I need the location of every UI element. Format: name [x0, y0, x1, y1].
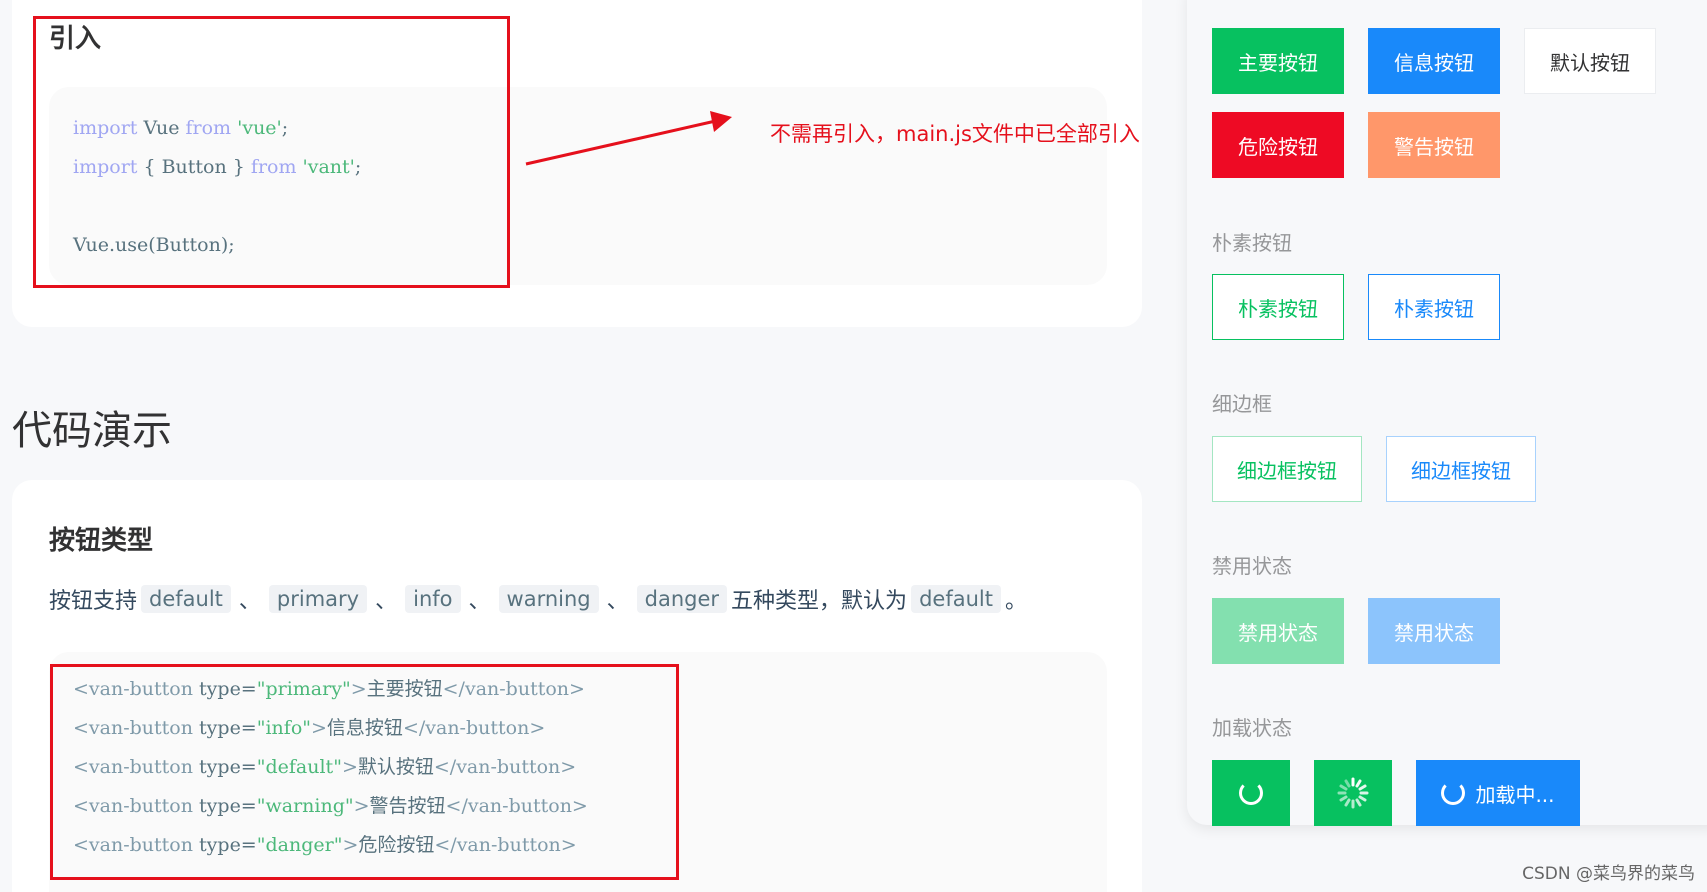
- inline-code: warning: [498, 585, 599, 613]
- hairline-info-button[interactable]: 细边框按钮: [1386, 436, 1536, 502]
- desc-text: 五种类型，默认为: [731, 589, 908, 614]
- hairline-section-label: 细边框: [1212, 392, 1272, 416]
- highlight-box-intro: [33, 16, 510, 288]
- button-type-heading: 按钮类型: [49, 526, 154, 556]
- section-title: 代码演示: [12, 408, 172, 454]
- highlight-box-code: [50, 664, 679, 880]
- danger-button[interactable]: 危险按钮: [1212, 112, 1344, 178]
- warning-button[interactable]: 警告按钮: [1368, 112, 1500, 178]
- primary-button[interactable]: 主要按钮: [1212, 28, 1344, 94]
- loading-circle-icon: [1239, 781, 1263, 805]
- arrow-icon: [525, 111, 732, 166]
- inline-code: info: [405, 585, 461, 613]
- plain-info-button[interactable]: 朴素按钮: [1368, 274, 1500, 340]
- loading-button-circular[interactable]: [1212, 760, 1290, 826]
- loading-button-spinner[interactable]: [1314, 760, 1392, 826]
- annotation-text: 不需再引入，main.js文件中已全部引入: [770, 122, 1140, 146]
- inline-code: danger: [636, 585, 728, 613]
- inline-code: default: [141, 585, 231, 613]
- default-button[interactable]: 默认按钮: [1524, 28, 1656, 94]
- inline-code: default: [911, 585, 1001, 613]
- disabled-info-button: 禁用状态: [1368, 598, 1500, 664]
- disabled-primary-button: 禁用状态: [1212, 598, 1344, 664]
- loading-circle-icon: [1441, 781, 1466, 805]
- loading-spinner-icon: [1337, 777, 1369, 809]
- plain-section-label: 朴素按钮: [1212, 231, 1292, 255]
- plain-primary-button[interactable]: 朴素按钮: [1212, 274, 1344, 340]
- info-button[interactable]: 信息按钮: [1368, 28, 1500, 94]
- loading-text: 加载中...: [1475, 782, 1555, 807]
- loading-button-text[interactable]: 加载中...: [1416, 760, 1580, 826]
- watermark: CSDN @菜鸟界的菜鸟: [1522, 864, 1695, 884]
- button-type-description: 按钮支持 default、 primary、 info、 warning、 da…: [49, 583, 1027, 615]
- hairline-primary-button[interactable]: 细边框按钮: [1212, 436, 1362, 502]
- loading-section-label: 加载状态: [1212, 716, 1292, 740]
- disabled-section-label: 禁用状态: [1212, 554, 1292, 578]
- inline-code: primary: [268, 585, 368, 613]
- desc-text: 按钮支持: [49, 589, 138, 614]
